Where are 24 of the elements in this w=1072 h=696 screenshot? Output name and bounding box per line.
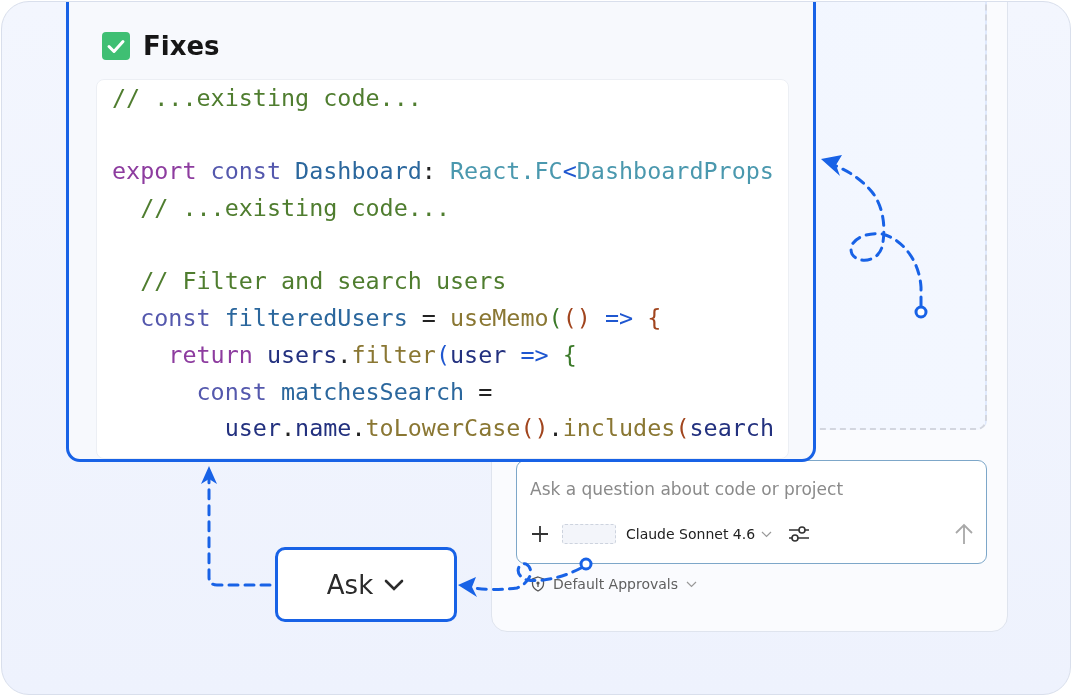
code-line: // ...existing code... [112,83,422,114]
code-line: user.name.toLowerCase().includes(search [223,413,774,445]
chevron-down-icon [383,577,406,592]
code-line: // Filter and search users [139,266,507,298]
checkmark-icon [101,31,131,61]
context-placeholder [562,524,616,544]
code-line: const filteredUsers = useMemo(() => { [139,303,662,335]
code-line: export const Dashboard: React.FC<DashboardProps [112,156,774,188]
arrow-up-icon [954,523,974,545]
add-button[interactable] [530,524,550,544]
sliders-icon [788,525,811,543]
code-line: // ...existing code... [139,193,450,225]
plus-icon [530,524,550,544]
settings-button[interactable] [788,525,811,543]
code-line: const matchesSearch = [195,376,493,408]
model-dropdown[interactable]: Claude Sonnet 4.6 [626,526,773,542]
code-line: return users.filter(user => { [167,339,577,371]
approvals-dropdown[interactable]: Default Approvals [531,576,697,592]
shield-icon [531,576,545,592]
chevron-down-icon [686,580,697,588]
chevron-down-icon [761,530,773,538]
mode-dropdown-button[interactable]: Ask [275,547,457,622]
question-input-field[interactable]: Ask a question about code or project Claude Sonnet 4.6 [516,460,987,564]
card-title: Fixes [143,31,220,61]
